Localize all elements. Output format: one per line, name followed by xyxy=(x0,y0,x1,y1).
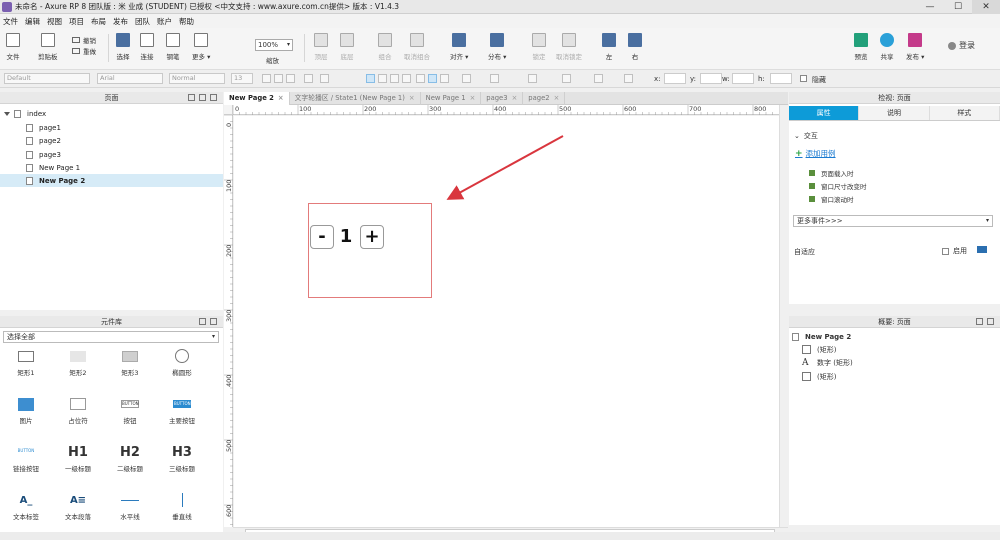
outline-page-item[interactable]: New Page 2 xyxy=(789,330,1000,343)
outline-panel: 概要: 页面 New Page 2 (矩形) A 数字 (矩形) (矩形) xyxy=(789,316,1000,525)
rectangle-icon xyxy=(802,372,811,381)
event-label: 页面载入时 xyxy=(821,170,854,178)
add-case-link[interactable]: + 添加用例 xyxy=(795,148,836,159)
outline-item-rect[interactable]: (矩形) xyxy=(789,370,1000,383)
plus-button[interactable]: + xyxy=(360,225,384,249)
plus-icon: + xyxy=(795,148,803,159)
search-icon[interactable] xyxy=(987,318,994,325)
outline-page-label: New Page 2 xyxy=(805,332,852,341)
tab-properties[interactable]: 属性 xyxy=(789,106,860,120)
inspector-panel: 检视: 页面 属性 说明 样式 ⌄ 交互 + 添加用例 页面载入时 窗口尺寸改变… xyxy=(789,92,1000,304)
tab-style[interactable]: 样式 xyxy=(929,106,1000,120)
outline-item-label: (矩形) xyxy=(817,372,837,381)
tab-notes[interactable]: 说明 xyxy=(859,106,930,120)
text-icon: A xyxy=(802,357,809,368)
event-icon xyxy=(809,183,815,189)
outline-item-rect[interactable]: (矩形) xyxy=(789,343,1000,356)
event-label: 窗口滚动时 xyxy=(821,196,854,204)
outline-item-label: 数字 (矩形) xyxy=(817,358,853,367)
enable-label: 启用 xyxy=(953,247,967,255)
minus-button[interactable]: - xyxy=(310,225,334,249)
outline-header-icons xyxy=(976,318,994,325)
enable-checkbox[interactable] xyxy=(942,247,949,255)
interaction-label: 交互 xyxy=(803,132,818,140)
inspector-tabs: 属性 说明 样式 xyxy=(789,106,1000,121)
interaction-section-header[interactable]: ⌄ 交互 xyxy=(794,131,818,141)
chevron-down-icon: ▾ xyxy=(985,217,989,224)
more-events-select[interactable]: 更多事件>>> ▾ xyxy=(793,215,993,227)
canvas-vertical-scrollbar[interactable] xyxy=(779,105,788,527)
chevron-down-icon: ⌄ xyxy=(794,132,800,140)
event-page-load[interactable]: 页面载入时 xyxy=(809,168,854,178)
more-events-label: 更多事件>>> xyxy=(797,217,843,225)
os-taskbar xyxy=(0,532,1000,540)
inspector-title: 检视: 页面 xyxy=(878,94,911,102)
stepper-container-rect[interactable] xyxy=(308,203,432,298)
page-icon xyxy=(792,332,799,341)
event-window-scroll[interactable]: 窗口滚动时 xyxy=(809,194,854,204)
outline-title: 概要: 页面 xyxy=(878,318,911,326)
event-icon xyxy=(809,170,815,176)
rectangle-icon xyxy=(802,345,811,354)
adaptive-label: 自适应 xyxy=(794,248,815,256)
event-window-resize[interactable]: 窗口尺寸改变时 xyxy=(809,181,867,191)
device-settings-icon[interactable] xyxy=(977,246,987,253)
inspector-header: 检视: 页面 xyxy=(789,92,1000,104)
quantity-value: 1 xyxy=(339,226,353,247)
event-label: 窗口尺寸改变时 xyxy=(821,183,867,191)
outline-header: 概要: 页面 xyxy=(789,316,1000,328)
add-case-label: 添加用例 xyxy=(805,149,836,158)
outline-item-label: (矩形) xyxy=(817,345,837,354)
outline-item-number[interactable]: A 数字 (矩形) xyxy=(789,356,1000,369)
red-arrow-line xyxy=(446,135,564,200)
filter-icon[interactable] xyxy=(976,318,983,325)
adaptive-enable[interactable]: 启用 xyxy=(942,246,967,256)
event-icon xyxy=(809,196,815,202)
